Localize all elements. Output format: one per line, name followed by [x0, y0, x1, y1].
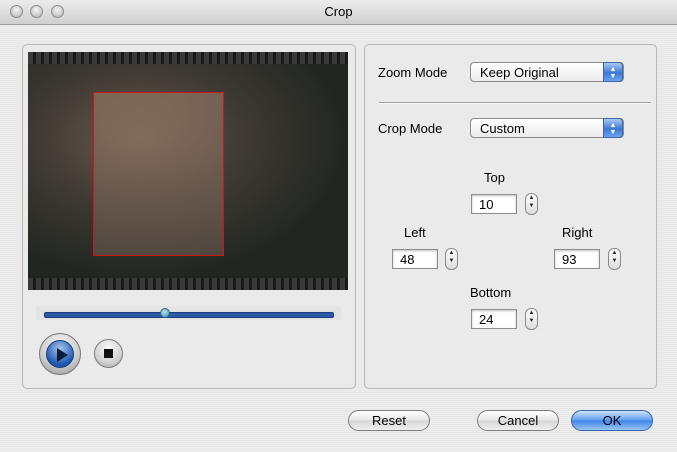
- crop-mode-value: Custom: [480, 121, 525, 136]
- bottom-field[interactable]: 24: [471, 309, 517, 329]
- right-field[interactable]: 93: [554, 249, 600, 269]
- left-label: Left: [404, 225, 426, 240]
- title-bar: Crop: [0, 0, 677, 25]
- film-strip-bottom: [28, 278, 348, 290]
- settings-panel: [364, 44, 657, 389]
- crop-mode-select[interactable]: Custom ▲ ▼: [470, 118, 624, 138]
- play-button[interactable]: [39, 333, 81, 375]
- left-stepper[interactable]: ▲ ▼: [445, 248, 458, 270]
- right-label: Right: [562, 225, 593, 240]
- crop-rectangle[interactable]: [93, 92, 224, 256]
- popup-arrows-icon: ▲ ▼: [603, 118, 623, 138]
- play-icon: [46, 340, 74, 368]
- window-title: Crop: [324, 4, 353, 19]
- seek-slider-thumb[interactable]: [159, 308, 170, 318]
- top-field[interactable]: 10: [471, 194, 517, 214]
- left-field[interactable]: 48: [392, 249, 438, 269]
- cancel-button[interactable]: Cancel: [477, 410, 559, 431]
- bottom-label: Bottom: [470, 285, 512, 300]
- crop-mode-label: Crop Mode: [378, 121, 443, 136]
- video-preview: [28, 52, 348, 290]
- ok-button[interactable]: OK: [571, 410, 653, 431]
- bottom-stepper[interactable]: ▲ ▼: [525, 308, 538, 330]
- divider: [379, 102, 651, 104]
- seek-slider[interactable]: [44, 312, 334, 318]
- popup-arrows-icon: ▲ ▼: [603, 62, 623, 82]
- zoom-mode-label: Zoom Mode: [378, 65, 448, 80]
- zoom-mode-select[interactable]: Keep Original ▲ ▼: [470, 62, 624, 82]
- reset-button[interactable]: Reset: [348, 410, 430, 431]
- stop-button[interactable]: [94, 339, 123, 368]
- film-strip-top: [28, 52, 348, 64]
- crop-window: Crop Zoom Mode Keep Original ▲ ▼ Crop Mod…: [0, 0, 677, 452]
- right-stepper[interactable]: ▲ ▼: [608, 248, 621, 270]
- stop-icon: [104, 349, 113, 358]
- top-stepper[interactable]: ▲ ▼: [525, 193, 538, 215]
- zoom-mode-value: Keep Original: [480, 65, 559, 80]
- top-label: Top: [484, 170, 505, 185]
- video-frame: [28, 64, 348, 278]
